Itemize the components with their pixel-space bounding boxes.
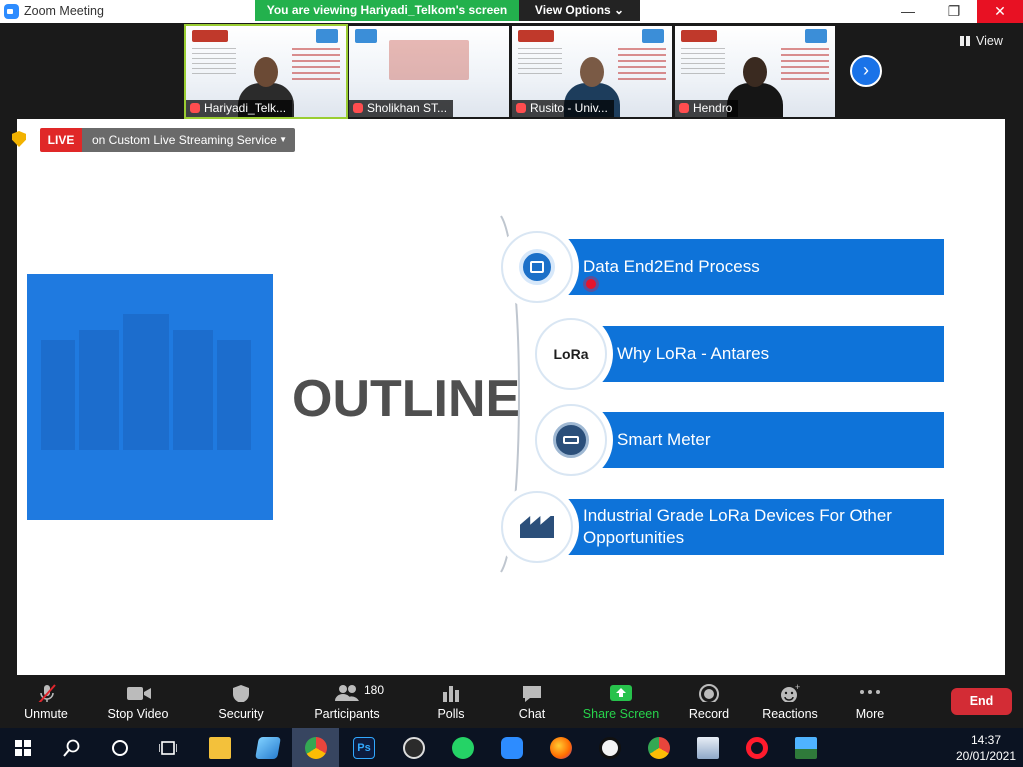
windows-taskbar: Ps 14:37 20/01/2021	[0, 728, 1023, 767]
participant-tile[interactable]: Hendro	[675, 26, 835, 117]
taskbar-app-pen[interactable]	[586, 728, 633, 767]
taskbar-photoshop[interactable]: Ps	[340, 728, 387, 767]
clock-date: 20/01/2021	[955, 749, 1017, 763]
view-button[interactable]: View	[960, 34, 1003, 52]
shield-icon	[233, 685, 249, 702]
shared-slide: OUTLINE Data End2End Process Why LoRa - …	[17, 119, 1005, 675]
view-options-button[interactable]: View Options ⌄	[519, 0, 640, 21]
participant-tile[interactable]: Rusito - Univ...	[512, 26, 672, 117]
clock-time: 14:37	[970, 733, 1002, 747]
taskbar-photos[interactable]	[782, 728, 829, 767]
photos-icon	[795, 737, 817, 759]
taskbar-chrome[interactable]	[292, 728, 339, 767]
laser-pointer	[586, 279, 596, 289]
chat-icon	[523, 686, 541, 702]
participants-button[interactable]: 180 Participants	[312, 675, 385, 728]
taskbar-whatsapp[interactable]	[439, 728, 486, 767]
participant-name: Hariyadi_Telk...	[186, 100, 293, 117]
cortana-button[interactable]	[96, 728, 143, 767]
reactions-smiley-icon: +	[781, 684, 800, 702]
taskbar-app-notes[interactable]	[244, 728, 291, 767]
viewing-banner: You are viewing Hariyadi_Telkom's screen	[255, 0, 519, 21]
polls-button[interactable]: Polls	[428, 675, 474, 728]
more-dots-icon	[860, 690, 880, 694]
system-clock[interactable]: 14:37 20/01/2021	[955, 732, 1017, 764]
chrome-icon	[648, 737, 670, 759]
window-title: Zoom Meeting	[24, 4, 104, 18]
task-view-button[interactable]	[144, 728, 191, 767]
mic-muted-icon	[38, 684, 56, 702]
participant-name: Sholikhan ST...	[349, 100, 454, 117]
taskbar-chrome-2[interactable]	[635, 728, 682, 767]
zoom-app-icon	[4, 4, 19, 19]
task-view-icon	[159, 741, 177, 755]
taskbar-file-explorer[interactable]	[196, 728, 243, 767]
more-button[interactable]: More	[848, 675, 892, 728]
mic-muted-icon	[679, 103, 689, 113]
folder-icon	[209, 737, 231, 759]
video-camera-icon	[127, 687, 151, 700]
participants-icon	[335, 685, 359, 701]
slide-title: OUTLINE	[292, 370, 521, 428]
taskbar-zoom[interactable]	[488, 728, 535, 767]
svg-text:+: +	[795, 684, 800, 692]
participant-name: Hendro	[675, 100, 739, 117]
start-button[interactable]	[0, 728, 47, 767]
taskbar-firefox[interactable]	[537, 728, 584, 767]
outline-item-label: Industrial Grade LoRa Devices For Other …	[557, 499, 944, 555]
close-window-button[interactable]: ✕	[977, 0, 1023, 23]
cortana-circle-icon	[112, 740, 128, 756]
participant-tile[interactable]: Sholikhan ST...	[349, 26, 509, 117]
stop-video-button[interactable]: Stop Video	[100, 675, 176, 728]
chrome-icon	[305, 737, 327, 759]
participant-tile[interactable]: Hariyadi_Telk...	[184, 24, 348, 119]
participants-count: 180	[364, 683, 385, 697]
zoom-icon	[501, 737, 523, 759]
pen-app-icon	[599, 737, 621, 759]
server-rack-image	[27, 274, 273, 520]
next-page-arrow-icon[interactable]: ›	[850, 55, 882, 87]
whatsapp-icon	[452, 737, 474, 759]
smart-meter-icon	[535, 404, 607, 476]
outline-item-label: Smart Meter	[592, 412, 944, 468]
record-button[interactable]: Record	[686, 675, 732, 728]
live-streaming-service-dropdown[interactable]: on Custom Live Streaming Service ▼	[82, 128, 295, 152]
end-meeting-button[interactable]: End	[951, 688, 1012, 715]
security-button[interactable]: Security	[211, 675, 271, 728]
meeting-toolbar: Unmute Stop Video Security 180 Participa…	[0, 675, 1023, 728]
minimize-button[interactable]: —	[885, 0, 931, 23]
taskbar-obs[interactable]	[390, 728, 437, 767]
photoshop-icon: Ps	[353, 737, 375, 759]
mic-muted-icon	[190, 103, 200, 113]
share-screen-button[interactable]: Share Screen	[582, 675, 660, 728]
device-manager-icon	[697, 737, 719, 759]
search-icon	[63, 739, 80, 757]
factory-icon	[501, 491, 573, 563]
outline-item-label: Why LoRa - Antares	[592, 326, 944, 382]
notes-app-icon	[255, 737, 281, 759]
chat-button[interactable]: Chat	[510, 675, 554, 728]
obs-icon	[403, 737, 425, 759]
restore-button[interactable]: ❐	[931, 0, 977, 23]
windows-logo-icon	[15, 740, 31, 756]
mic-muted-icon	[516, 103, 526, 113]
unmute-button[interactable]: Unmute	[10, 675, 82, 728]
outline-item-label: Data End2End Process	[557, 239, 944, 295]
data-process-icon	[501, 231, 573, 303]
firefox-icon	[550, 737, 572, 759]
polls-icon	[443, 686, 459, 702]
record-icon	[699, 684, 719, 702]
meeting-area: Hariyadi_Telk... Sholikhan ST... Rusito …	[0, 23, 1023, 675]
taskbar-app-device[interactable]	[684, 728, 731, 767]
reactions-button[interactable]: + Reactions	[760, 675, 820, 728]
taskbar-opera[interactable]	[733, 728, 780, 767]
search-button[interactable]	[48, 728, 95, 767]
opera-icon	[746, 737, 768, 759]
share-screen-icon	[610, 685, 632, 701]
live-badge[interactable]: LIVE	[40, 128, 82, 152]
grid-icon	[960, 36, 971, 46]
lora-logo-icon: LoRa	[535, 318, 607, 390]
participant-name: Rusito - Univ...	[512, 100, 614, 117]
mic-muted-icon	[353, 103, 363, 113]
